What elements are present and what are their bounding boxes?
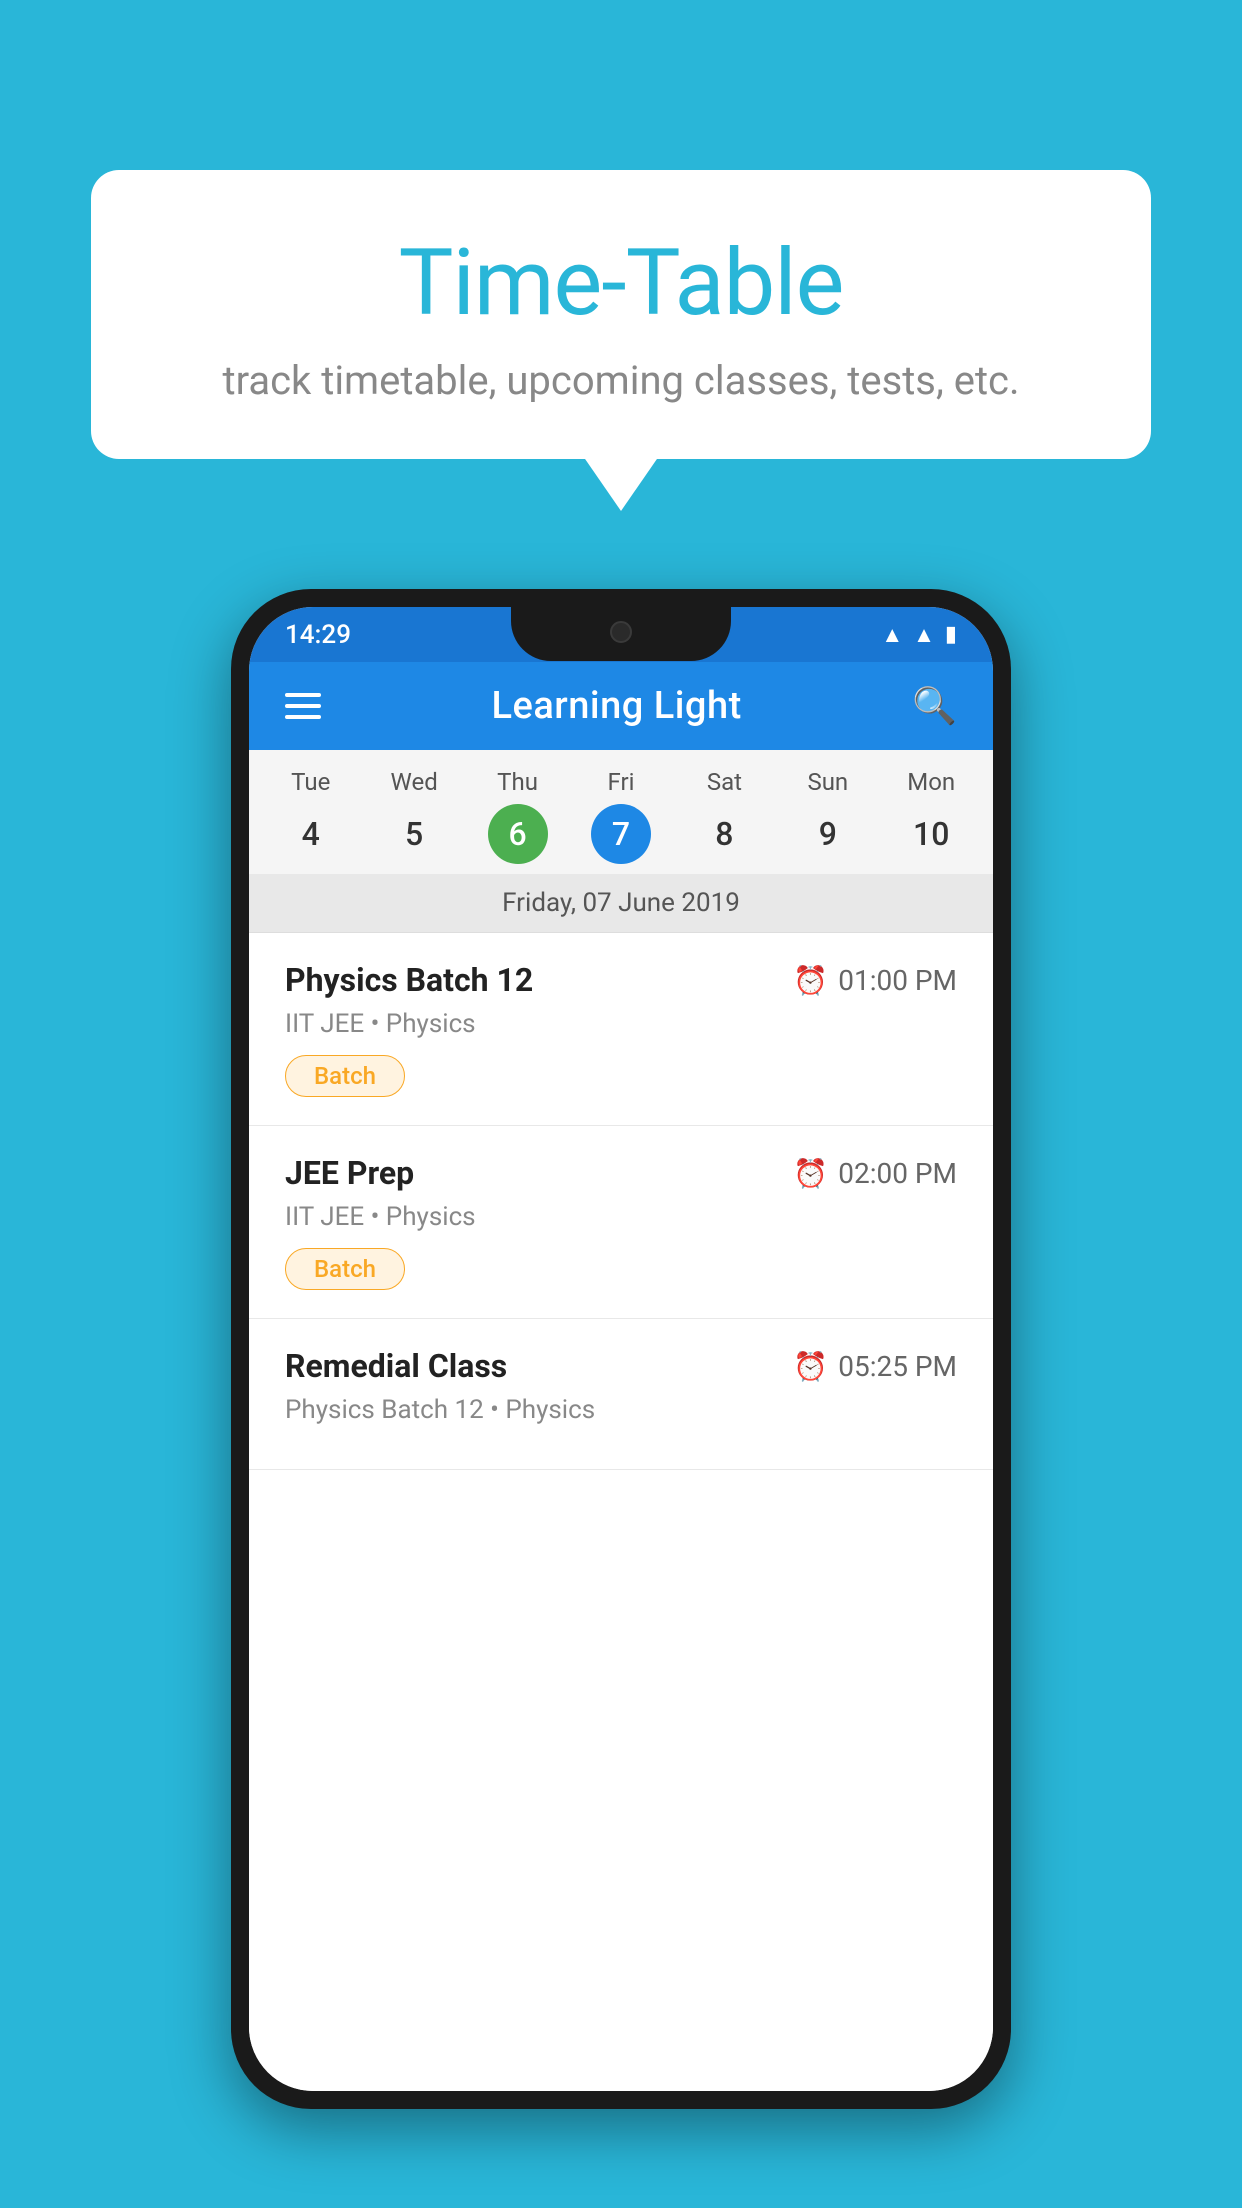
schedule-name: JEE Prep — [285, 1154, 414, 1192]
phone-wrapper: 14:29 ▲ ▲ ▮ Learning Light 🔍 — [231, 589, 1011, 2109]
day-number[interactable]: 7 — [591, 804, 651, 864]
speech-bubble-card: Time-Table track timetable, upcoming cla… — [91, 170, 1151, 459]
batch-badge: Batch — [285, 1055, 405, 1097]
day-number[interactable]: 8 — [694, 804, 754, 864]
clock-icon: ⏰ — [793, 1350, 828, 1383]
schedule-list: Physics Batch 12 ⏰ 01:00 PM IIT JEE • Ph… — [249, 933, 993, 2091]
selected-date-label: Friday, 07 June 2019 — [249, 874, 993, 933]
schedule-name: Remedial Class — [285, 1347, 507, 1385]
schedule-item-header: Physics Batch 12 ⏰ 01:00 PM — [285, 961, 957, 999]
time-value: 05:25 PM — [838, 1350, 957, 1383]
status-icons: ▲ ▲ ▮ — [881, 622, 957, 648]
day-number[interactable]: 4 — [281, 804, 341, 864]
day-name: Sun — [807, 768, 848, 796]
schedule-item[interactable]: Remedial Class ⏰ 05:25 PM Physics Batch … — [249, 1319, 993, 1470]
day-number[interactable]: 6 — [488, 804, 548, 864]
day-name: Sat — [707, 768, 742, 796]
schedule-item-header: Remedial Class ⏰ 05:25 PM — [285, 1347, 957, 1385]
day-name: Tue — [291, 768, 330, 796]
day-name: Thu — [497, 768, 538, 796]
status-time: 14:29 — [285, 620, 351, 650]
calendar-day-col[interactable]: Sat 8 — [673, 768, 776, 864]
batch-badge: Batch — [285, 1248, 405, 1290]
schedule-time: ⏰ 01:00 PM — [793, 964, 957, 997]
calendar-week-header: Tue 4 Wed 5 Thu 6 Fri 7 Sat 8 Sun 9 Mon 10 — [249, 750, 993, 874]
schedule-meta: Physics Batch 12 • Physics — [285, 1395, 957, 1425]
phone-screen: 14:29 ▲ ▲ ▮ Learning Light 🔍 — [249, 607, 993, 2091]
clock-icon: ⏰ — [793, 1157, 828, 1190]
phone-camera — [610, 621, 632, 643]
search-icon[interactable]: 🔍 — [912, 685, 957, 727]
schedule-item[interactable]: JEE Prep ⏰ 02:00 PM IIT JEE • Physics Ba… — [249, 1126, 993, 1319]
phone-notch — [511, 607, 731, 661]
wifi-icon: ▲ — [881, 622, 903, 648]
day-number[interactable]: 5 — [384, 804, 444, 864]
day-name: Mon — [907, 768, 955, 796]
schedule-item[interactable]: Physics Batch 12 ⏰ 01:00 PM IIT JEE • Ph… — [249, 933, 993, 1126]
clock-icon: ⏰ — [793, 964, 828, 997]
schedule-name: Physics Batch 12 — [285, 961, 533, 999]
phone-mockup: 14:29 ▲ ▲ ▮ Learning Light 🔍 — [231, 589, 1011, 2109]
schedule-meta: IIT JEE • Physics — [285, 1202, 957, 1232]
calendar-day-col[interactable]: Thu 6 — [466, 768, 569, 864]
calendar-day-col[interactable]: Wed 5 — [362, 768, 465, 864]
schedule-item-header: JEE Prep ⏰ 02:00 PM — [285, 1154, 957, 1192]
bubble-title: Time-Table — [171, 230, 1071, 337]
speech-bubble-section: Time-Table track timetable, upcoming cla… — [0, 170, 1242, 459]
time-value: 02:00 PM — [838, 1157, 957, 1190]
bubble-subtitle: track timetable, upcoming classes, tests… — [171, 357, 1071, 404]
day-name: Fri — [608, 768, 635, 796]
schedule-meta: IIT JEE • Physics — [285, 1009, 957, 1039]
calendar-day-col[interactable]: Sun 9 — [776, 768, 879, 864]
battery-icon: ▮ — [945, 622, 957, 647]
hamburger-icon[interactable] — [285, 693, 321, 719]
app-title: Learning Light — [491, 684, 741, 728]
schedule-time: ⏰ 02:00 PM — [793, 1157, 957, 1190]
schedule-time: ⏰ 05:25 PM — [793, 1350, 957, 1383]
day-number[interactable]: 10 — [901, 804, 961, 864]
day-number[interactable]: 9 — [798, 804, 858, 864]
day-name: Wed — [391, 768, 438, 796]
calendar-day-col[interactable]: Fri 7 — [569, 768, 672, 864]
calendar-day-col[interactable]: Tue 4 — [259, 768, 362, 864]
signal-icon: ▲ — [913, 622, 935, 648]
time-value: 01:00 PM — [838, 964, 957, 997]
calendar-day-col[interactable]: Mon 10 — [880, 768, 983, 864]
app-bar: Learning Light 🔍 — [249, 662, 993, 750]
